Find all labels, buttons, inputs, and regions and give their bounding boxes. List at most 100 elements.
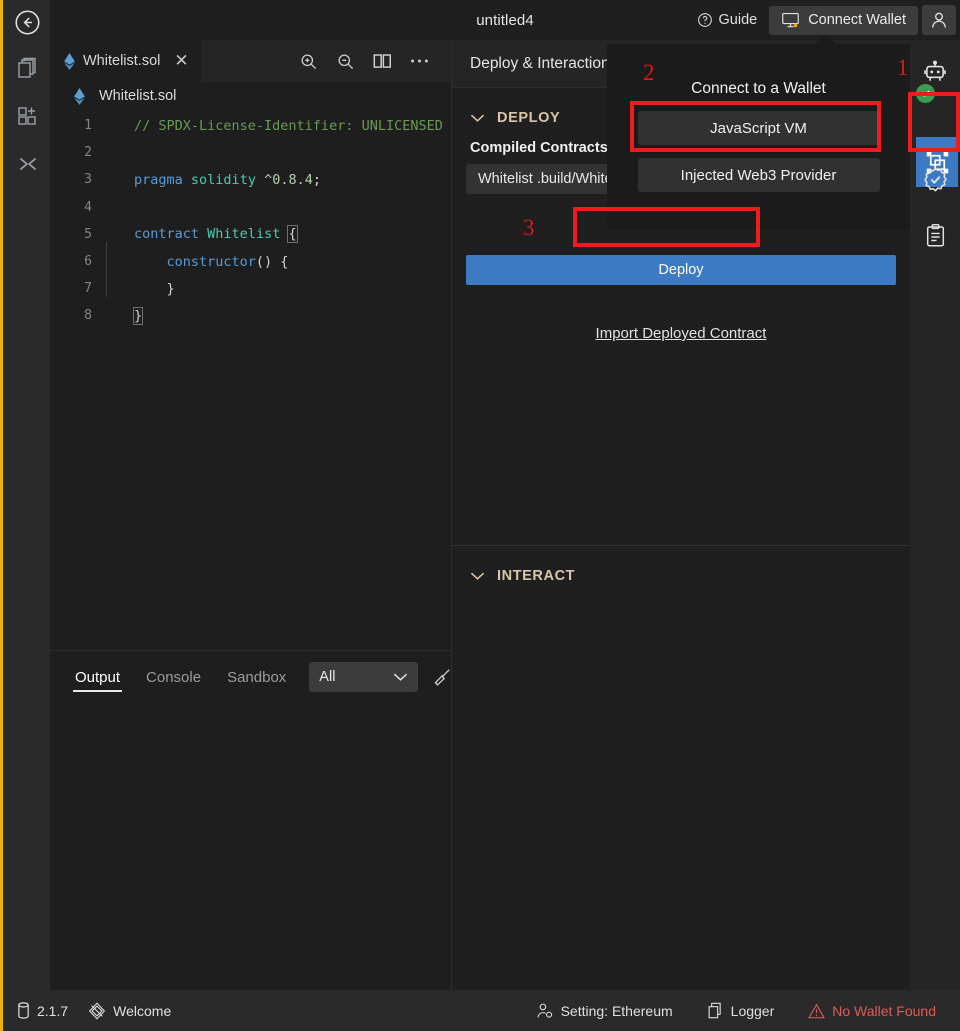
code-text: contract Whitelist { (134, 225, 298, 244)
code-line: 2 (50, 139, 451, 166)
interact-section-title: INTERACT (497, 568, 576, 584)
annotation-number-1: 1 (897, 55, 909, 80)
terminal-icon[interactable] (14, 150, 42, 178)
annotation-number-3: 3 (523, 215, 535, 240)
line-number: 3 (84, 172, 92, 188)
connect-wallet-button[interactable]: Connect Wallet (769, 5, 918, 35)
status-bar-right: Setting: Ethereum Logger No Wallet Found (526, 1002, 960, 1020)
question-circle-icon (697, 12, 713, 28)
remix-ide-window: untitled4 Guide Connect Wallet Whitelist… (0, 0, 960, 1031)
output-tab-output[interactable]: Output (62, 651, 133, 703)
wallet-option-injected-web3[interactable]: Injected Web3 Provider (637, 158, 880, 192)
status-bar: 2.1.7 Welcome Setting: Ethereum Logger N… (0, 990, 960, 1031)
status-welcome-label: Welcome (113, 1002, 172, 1019)
import-deployed-contract-link[interactable]: Import Deployed Contract (452, 325, 910, 342)
guide-label: Guide (718, 12, 758, 28)
title-bar-actions: Guide Connect Wallet (689, 4, 956, 36)
database-icon (17, 1002, 30, 1019)
file-explorer-icon[interactable] (14, 54, 42, 82)
output-panel-tabs: Output Console Sandbox All (50, 651, 451, 703)
line-number: 7 (84, 281, 92, 297)
chevron-down-icon (470, 113, 485, 123)
ai-robot-icon[interactable] (916, 58, 950, 103)
line-number: 5 (84, 226, 92, 242)
monitor-wallet-icon (781, 12, 800, 29)
output-panel: Output Console Sandbox All (50, 650, 451, 990)
deploy-button[interactable]: Deploy (466, 255, 896, 285)
modal-pointer (814, 35, 836, 44)
status-no-wallet[interactable]: No Wallet Found (798, 1003, 946, 1019)
output-panel-content (62, 703, 451, 990)
code-text: // SPDX-License-Identifier: UNLICENSED (134, 117, 443, 134)
close-icon[interactable]: ✕ (174, 51, 188, 71)
editor-tab-actions (299, 52, 451, 71)
more-actions-icon[interactable] (410, 58, 429, 64)
code-editor[interactable]: 1 // SPDX-License-Identifier: UNLICENSED 2… (50, 112, 451, 650)
wallet-option-javascript-vm[interactable]: JavaScript VM (637, 111, 880, 145)
ethereum-icon (64, 52, 75, 70)
line-number: 8 (84, 308, 92, 324)
line-number: 6 (84, 254, 92, 270)
interact-section-header[interactable]: INTERACT (452, 546, 911, 584)
code-line: 8} (50, 302, 451, 329)
breadcrumb[interactable]: Whitelist.sol (50, 82, 451, 110)
guide-button[interactable]: Guide (689, 8, 766, 32)
clipboard-icon[interactable] (920, 220, 950, 250)
code-text: } (134, 280, 175, 297)
interact-section-container: INTERACT (452, 545, 911, 584)
left-activity-bar (0, 0, 50, 990)
person-icon (929, 10, 949, 30)
code-line: 6 constructor() { (50, 248, 451, 275)
status-version[interactable]: 2.1.7 (3, 1002, 78, 1019)
status-badge (916, 84, 935, 103)
right-activity-bar (910, 40, 960, 990)
code-line: 7 } (50, 275, 451, 302)
copy-icon (707, 1002, 724, 1019)
status-version-label: 2.1.7 (37, 1002, 69, 1019)
clear-broom-icon[interactable] (432, 668, 451, 687)
account-button[interactable] (922, 5, 956, 35)
title-bar: untitled4 Guide Connect Wallet (50, 0, 960, 40)
editor-tab-bar: Whitelist.sol ✕ (50, 40, 451, 82)
line-number: 1 (84, 118, 92, 134)
code-line: 4 (50, 194, 451, 221)
warning-triangle-icon (808, 1003, 826, 1019)
output-filter-value: All (319, 669, 336, 685)
output-tab-sandbox[interactable]: Sandbox (214, 651, 299, 703)
editor-tab-label: Whitelist.sol (83, 53, 161, 69)
back-arrow-icon[interactable] (12, 7, 42, 37)
zoom-out-icon[interactable] (336, 52, 355, 71)
code-line: 1 // SPDX-License-Identifier: UNLICENSED (50, 112, 451, 139)
output-tab-console[interactable]: Console (133, 651, 214, 703)
code-text: } (132, 306, 144, 325)
verify-contract-icon[interactable] (920, 164, 950, 194)
editor-area: Whitelist.sol ✕ Whitelist.sol 1 // SPDX-… (50, 40, 451, 990)
deploy-section-title: DEPLOY (497, 110, 561, 126)
ethereum-icon (74, 87, 85, 105)
plugin-manager-icon[interactable] (14, 102, 42, 130)
connect-wallet-label: Connect Wallet (808, 12, 906, 28)
zoom-in-icon[interactable] (299, 52, 318, 71)
breadcrumb-filename: Whitelist.sol (99, 88, 177, 104)
line-number: 4 (84, 199, 92, 215)
editor-tab-whitelist-sol[interactable]: Whitelist.sol ✕ (50, 40, 201, 82)
status-logger-label: Logger (730, 1002, 775, 1019)
status-setting-label: Setting: Ethereum (560, 1002, 673, 1019)
status-setting[interactable]: Setting: Ethereum (526, 1002, 683, 1020)
code-line: 3 pragma solidity ^0.8.4; (50, 166, 451, 193)
split-editor-icon[interactable] (373, 53, 392, 70)
status-no-wallet-label: No Wallet Found (832, 1002, 936, 1019)
status-logger[interactable]: Logger (697, 1002, 785, 1019)
chevron-down-icon (470, 571, 485, 581)
code-text: constructor() { (166, 253, 289, 270)
chevron-down-icon (393, 672, 408, 682)
output-filter-select[interactable]: All (309, 662, 418, 692)
code-text: pragma solidity ^0.8.4; (134, 171, 322, 188)
person-gear-icon (536, 1002, 554, 1020)
remix-logo-icon (88, 1001, 106, 1020)
indent-guide (106, 242, 107, 297)
status-welcome[interactable]: Welcome (78, 1001, 181, 1020)
line-number: 2 (84, 145, 92, 161)
code-line: 5 contract Whitelist { (50, 221, 451, 248)
annotation-number-2: 2 (643, 60, 655, 85)
